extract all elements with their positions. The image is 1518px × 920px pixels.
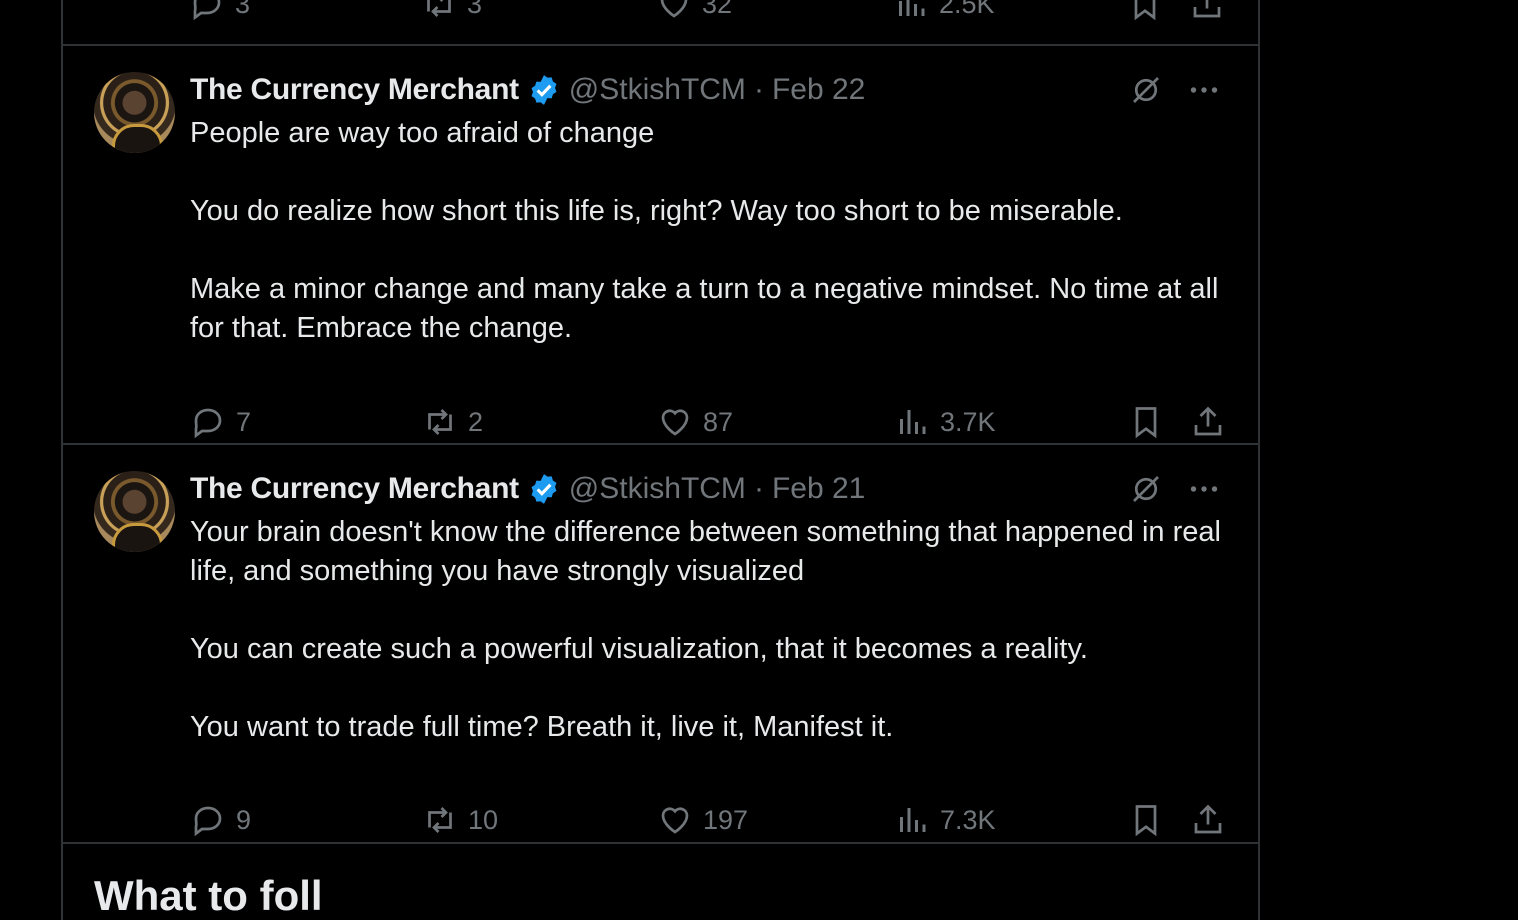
author-name[interactable]: The Currency Merchant xyxy=(190,73,519,107)
avatar[interactable] xyxy=(94,471,175,552)
views-button[interactable]: 7.3K xyxy=(894,800,996,840)
retweet-count: 2 xyxy=(468,406,484,437)
section-title: What to foll xyxy=(94,872,323,919)
share-button[interactable] xyxy=(1189,0,1225,24)
reply-button[interactable]: 9 xyxy=(190,800,251,840)
previous-tweet-tail: 3 3 32 2.5K xyxy=(63,0,1258,46)
views-icon xyxy=(900,808,926,832)
reply-button[interactable]: 7 xyxy=(190,402,251,442)
author-name[interactable]: The Currency Merchant xyxy=(190,472,519,506)
share-button[interactable] xyxy=(1190,402,1226,442)
share-icon xyxy=(1193,0,1221,18)
tweet-header: The Currency Merchant @StkishTCM · Feb 2… xyxy=(190,72,1238,108)
tweet[interactable]: The Currency Merchant @StkishTCM · Feb 2… xyxy=(63,445,1258,844)
retweet-icon xyxy=(428,409,452,435)
separator: · xyxy=(753,472,764,505)
reply-count: 9 xyxy=(236,804,252,835)
reply-icon xyxy=(193,0,221,21)
views-count: 2.5K xyxy=(939,0,995,19)
tweet-text: People are way too afraid of change You … xyxy=(190,117,1219,344)
author-handle[interactable]: @StkishTCM xyxy=(569,472,746,506)
views-count: 7.3K xyxy=(940,804,996,835)
views-button[interactable]: 3.7K xyxy=(894,402,996,442)
like-button[interactable]: 32 xyxy=(656,0,732,24)
timeline: 3 3 32 2.5K The Currency Merchant @Stkis… xyxy=(61,0,1260,920)
more-icon[interactable] xyxy=(1186,72,1222,108)
more-icon[interactable] xyxy=(1186,471,1222,507)
retweet-icon xyxy=(428,807,452,833)
reply-icon xyxy=(194,408,222,439)
retweet-icon xyxy=(427,0,451,17)
verified-badge-icon[interactable] xyxy=(527,73,561,107)
retweet-button[interactable]: 10 xyxy=(422,800,498,840)
share-icon xyxy=(1194,804,1222,834)
tweet-date[interactable]: Feb 22 xyxy=(772,73,865,107)
views-count: 3.7K xyxy=(940,406,996,437)
retweet-button[interactable]: 3 xyxy=(421,0,482,24)
retweet-count: 10 xyxy=(468,804,499,835)
share-icon xyxy=(1194,406,1222,436)
views-icon xyxy=(900,410,926,434)
author-handle[interactable]: @StkishTCM xyxy=(569,73,746,107)
grok-icon[interactable] xyxy=(1128,471,1164,507)
like-count: 87 xyxy=(703,406,734,437)
views-button[interactable]: 2.5K xyxy=(893,0,995,24)
bookmark-button[interactable] xyxy=(1127,0,1163,24)
like-icon xyxy=(661,409,689,436)
like-icon xyxy=(660,0,688,18)
retweet-count: 3 xyxy=(467,0,483,19)
reply-count: 7 xyxy=(236,406,252,437)
tweet-text: Your brain doesn't know the difference b… xyxy=(190,516,1221,743)
like-icon xyxy=(661,807,689,834)
tweet[interactable]: The Currency Merchant @StkishTCM · Feb 2… xyxy=(63,46,1258,445)
like-count: 32 xyxy=(702,0,733,19)
like-count: 197 xyxy=(703,804,749,835)
bookmark-button[interactable] xyxy=(1128,402,1164,442)
share-button[interactable] xyxy=(1190,800,1226,840)
views-icon xyxy=(899,0,925,16)
like-button[interactable]: 197 xyxy=(657,800,748,840)
tweet-header: The Currency Merchant @StkishTCM · Feb 2… xyxy=(190,471,1238,507)
retweet-button[interactable]: 2 xyxy=(422,402,483,442)
reply-icon xyxy=(194,806,222,837)
avatar[interactable] xyxy=(94,72,175,153)
reply-count: 3 xyxy=(235,0,251,19)
reply-button[interactable]: 3 xyxy=(189,0,250,24)
bookmark-icon xyxy=(1135,805,1157,837)
bookmark-icon xyxy=(1134,0,1156,21)
who-to-follow-section: What to foll xyxy=(63,844,1258,919)
verified-badge-icon[interactable] xyxy=(527,472,561,506)
grok-icon[interactable] xyxy=(1128,72,1164,108)
bookmark-button[interactable] xyxy=(1128,800,1164,840)
separator: · xyxy=(753,73,764,106)
bookmark-icon xyxy=(1135,407,1157,439)
like-button[interactable]: 87 xyxy=(657,402,733,442)
tweet-date[interactable]: Feb 21 xyxy=(772,472,865,506)
